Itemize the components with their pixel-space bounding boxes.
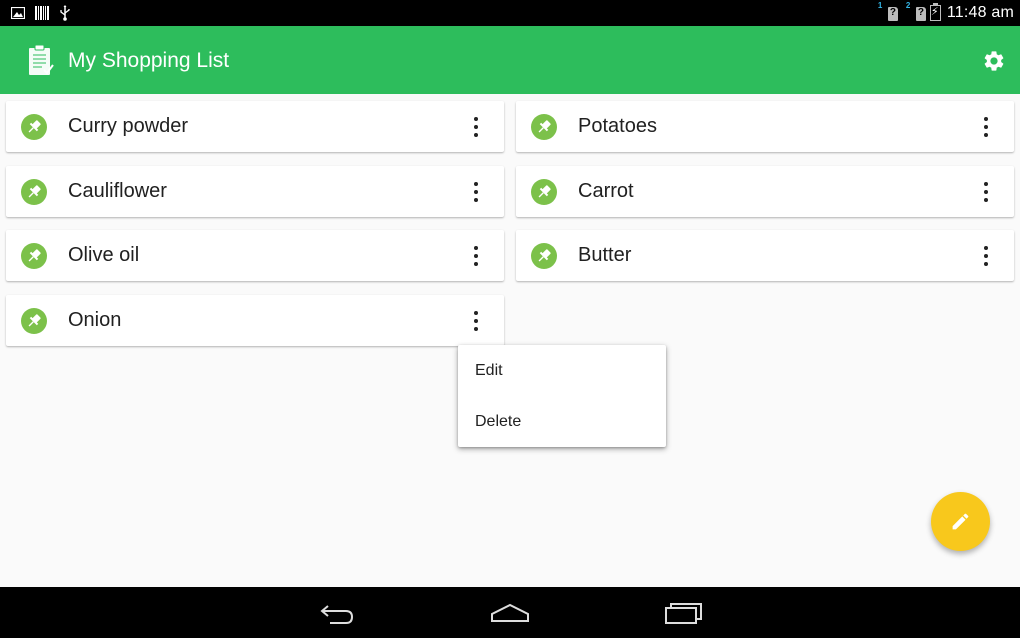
more-options-icon[interactable] bbox=[468, 310, 484, 332]
add-item-button[interactable] bbox=[931, 492, 990, 551]
pin-icon[interactable] bbox=[531, 179, 557, 205]
pin-icon[interactable] bbox=[21, 114, 47, 140]
sim1-number: 1 bbox=[877, 1, 883, 10]
app-bar: My Shopping List bbox=[0, 26, 1020, 94]
item-label: Onion bbox=[68, 309, 122, 331]
barcode-notification-icon bbox=[35, 6, 49, 20]
more-options-icon[interactable] bbox=[468, 116, 484, 138]
sim2-signal-icon: 2 bbox=[904, 0, 926, 26]
list-item[interactable]: Olive oil bbox=[6, 230, 504, 281]
list-item[interactable]: Carrot bbox=[516, 166, 1014, 217]
navigation-bar bbox=[0, 587, 1020, 638]
edit-menu-item[interactable]: Edit bbox=[458, 345, 666, 396]
page-title: My Shopping List bbox=[68, 49, 230, 72]
item-label: Potatoes bbox=[578, 115, 657, 137]
item-popup-menu: Edit Delete bbox=[458, 345, 666, 447]
back-icon[interactable] bbox=[318, 597, 358, 627]
item-label: Butter bbox=[578, 244, 632, 266]
battery-charging-icon bbox=[929, 3, 941, 21]
list-item[interactable]: Potatoes bbox=[516, 101, 1014, 152]
pin-icon[interactable] bbox=[531, 114, 557, 140]
pin-icon[interactable] bbox=[21, 308, 47, 334]
pin-icon[interactable] bbox=[531, 243, 557, 269]
gear-icon[interactable] bbox=[982, 49, 1006, 73]
more-options-icon[interactable] bbox=[468, 245, 484, 267]
list-item[interactable]: Butter bbox=[516, 230, 1014, 281]
list-item[interactable]: Curry powder bbox=[6, 101, 504, 152]
more-options-icon[interactable] bbox=[978, 181, 994, 203]
item-label: Cauliflower bbox=[68, 180, 167, 202]
clipboard-icon bbox=[29, 44, 54, 75]
more-options-icon[interactable] bbox=[468, 181, 484, 203]
list-item[interactable]: Onion bbox=[6, 295, 504, 346]
item-label: Carrot bbox=[578, 180, 634, 202]
list-item[interactable]: Cauliflower bbox=[6, 166, 504, 217]
sim2-number: 2 bbox=[905, 1, 911, 10]
clock: 11:48 am bbox=[946, 4, 1014, 21]
item-label: Curry powder bbox=[68, 115, 189, 137]
pencil-icon bbox=[952, 513, 969, 530]
delete-menu-item[interactable]: Delete bbox=[458, 396, 666, 447]
pin-icon[interactable] bbox=[21, 179, 47, 205]
more-options-icon[interactable] bbox=[978, 116, 994, 138]
usb-icon bbox=[60, 5, 70, 21]
more-options-icon[interactable] bbox=[978, 245, 994, 267]
home-icon[interactable] bbox=[490, 597, 530, 627]
system-status: 1 2 11:48 am bbox=[876, 0, 1014, 26]
status-bar: 1 2 11:48 am bbox=[0, 0, 1020, 26]
pin-icon[interactable] bbox=[21, 243, 47, 269]
notification-icons bbox=[11, 5, 71, 21]
recents-icon[interactable] bbox=[663, 597, 703, 627]
image-notification-icon bbox=[11, 7, 25, 19]
sim1-signal-icon: 1 bbox=[876, 0, 898, 26]
item-label: Olive oil bbox=[68, 244, 140, 266]
